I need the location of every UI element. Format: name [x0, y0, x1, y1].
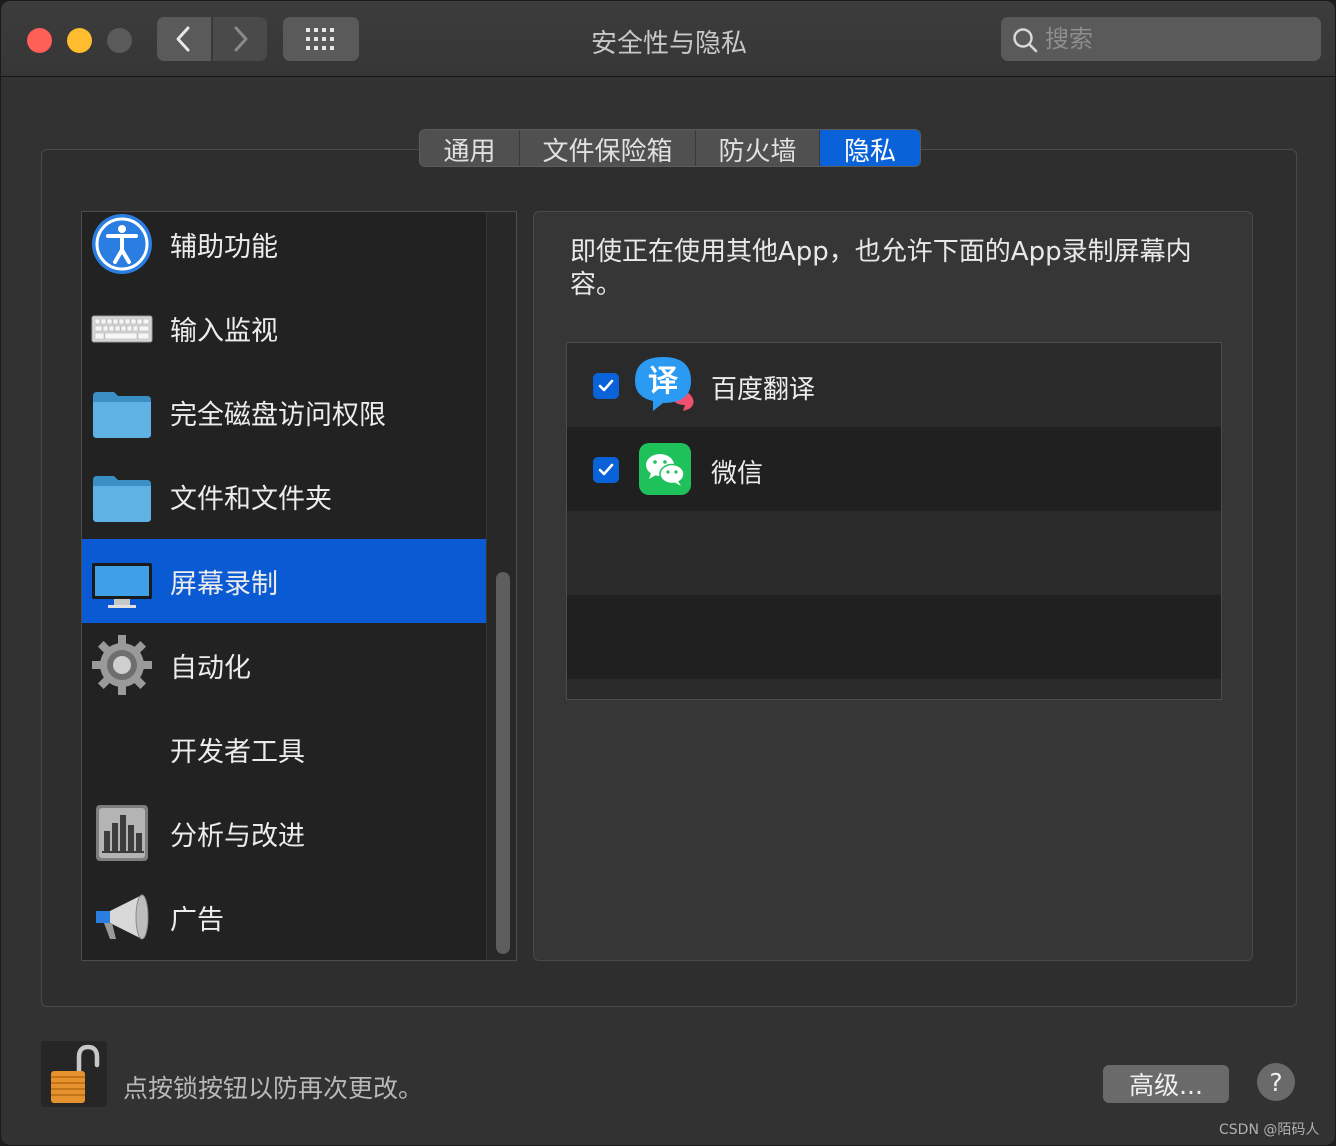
checkmark-icon: [598, 463, 614, 476]
sidebar-item-automation[interactable]: 自动化: [82, 623, 486, 707]
folder-icon: [93, 392, 151, 438]
sidebar-item-full-disk-access[interactable]: 完全磁盘访问权限: [82, 370, 486, 454]
baidu-translate-icon: 译: [635, 357, 694, 411]
display-icon: [92, 563, 152, 608]
sidebar-item-files-and-folders[interactable]: 文件和文件夹: [82, 454, 486, 538]
scrollbar-thumb[interactable]: [496, 572, 510, 954]
sidebar-item-screen-recording[interactable]: 屏幕录制: [82, 539, 486, 623]
sidebar-item-label: 自动化: [170, 652, 251, 684]
gear-icon: [92, 635, 152, 695]
sidebar-item-label: 开发者工具: [170, 736, 305, 768]
app-name: 百度翻译: [711, 375, 816, 405]
watermark: CSDN @陌码人: [1219, 1122, 1320, 1138]
analytics-icon: [96, 805, 148, 861]
checkmark-icon: [598, 379, 614, 392]
megaphone-icon: [96, 894, 149, 940]
screen-recording-panel: 即使正在使用其他App，也允许下面的App录制屏幕内容。 译 百度翻译 微信: [533, 211, 1253, 961]
tab-filevault[interactable]: 文件保险箱: [520, 130, 696, 166]
lock-button[interactable]: [41, 1041, 107, 1107]
sidebar-item-advertising[interactable]: 广告: [82, 875, 486, 959]
app-name: 微信: [711, 459, 764, 489]
sidebar-item-label: 辅助功能: [170, 231, 278, 263]
panel-description: 即使正在使用其他App，也允许下面的App录制屏幕内容。: [570, 237, 1192, 300]
app-list[interactable]: 译 百度翻译 微信: [566, 342, 1222, 700]
sidebar-item-analytics[interactable]: 分析与改进: [82, 791, 486, 875]
tab-firewall[interactable]: 防火墙: [696, 130, 820, 166]
empty-row: [567, 595, 1221, 679]
privacy-category-list[interactable]: 辅助功能 输入监视 完全磁盘访问权限 文件和文件夹 屏幕录制 自动化 开发者工具…: [81, 211, 517, 961]
app-row[interactable]: 微信: [567, 427, 1221, 511]
sidebar-item-label: 完全磁盘访问权限: [170, 399, 386, 431]
sidebar-item-label: 屏幕录制: [170, 568, 278, 600]
sidebar-item-label: 输入监视: [170, 315, 278, 347]
folder-icon: [93, 476, 151, 522]
svg-text:译: 译: [648, 364, 679, 399]
help-button[interactable]: ?: [1257, 1063, 1295, 1101]
sidebar-item-label: 分析与改进: [170, 820, 305, 852]
advanced-button[interactable]: 高级...: [1103, 1065, 1229, 1103]
sidebar-item-accessibility[interactable]: 辅助功能: [82, 212, 486, 286]
search-icon: [1013, 28, 1038, 53]
app-row[interactable]: 译 百度翻译: [567, 343, 1221, 427]
empty-row: [567, 679, 1221, 699]
empty-row: [567, 511, 1221, 595]
tab-privacy[interactable]: 隐私: [820, 130, 920, 166]
title-bar: 安全性与隐私: [1, 1, 1335, 77]
search-field[interactable]: [1001, 17, 1321, 61]
sidebar-item-input-monitoring[interactable]: 输入监视: [82, 286, 486, 370]
search-input[interactable]: [1045, 17, 1311, 61]
accessibility-icon: [92, 214, 152, 274]
sidebar-item-label: 广告: [170, 904, 224, 936]
preferences-window: 安全性与隐私 通用 文件保险箱 防火墙 隐私 辅助功能: [0, 0, 1336, 1146]
wechat-icon: [639, 443, 691, 495]
sidebar-item-developer-tools[interactable]: 开发者工具: [82, 707, 486, 791]
app-checkbox[interactable]: [593, 373, 619, 399]
tab-bar: 通用 文件保险箱 防火墙 隐私: [419, 129, 921, 167]
lock-status-text: 点按锁按钮以防再次更改。: [123, 1074, 424, 1103]
list-scrollbar[interactable]: [486, 212, 516, 960]
sidebar-item-label: 文件和文件夹: [170, 483, 332, 515]
app-checkbox[interactable]: [593, 457, 619, 483]
tab-general[interactable]: 通用: [420, 130, 520, 166]
keyboard-icon: [91, 315, 153, 343]
